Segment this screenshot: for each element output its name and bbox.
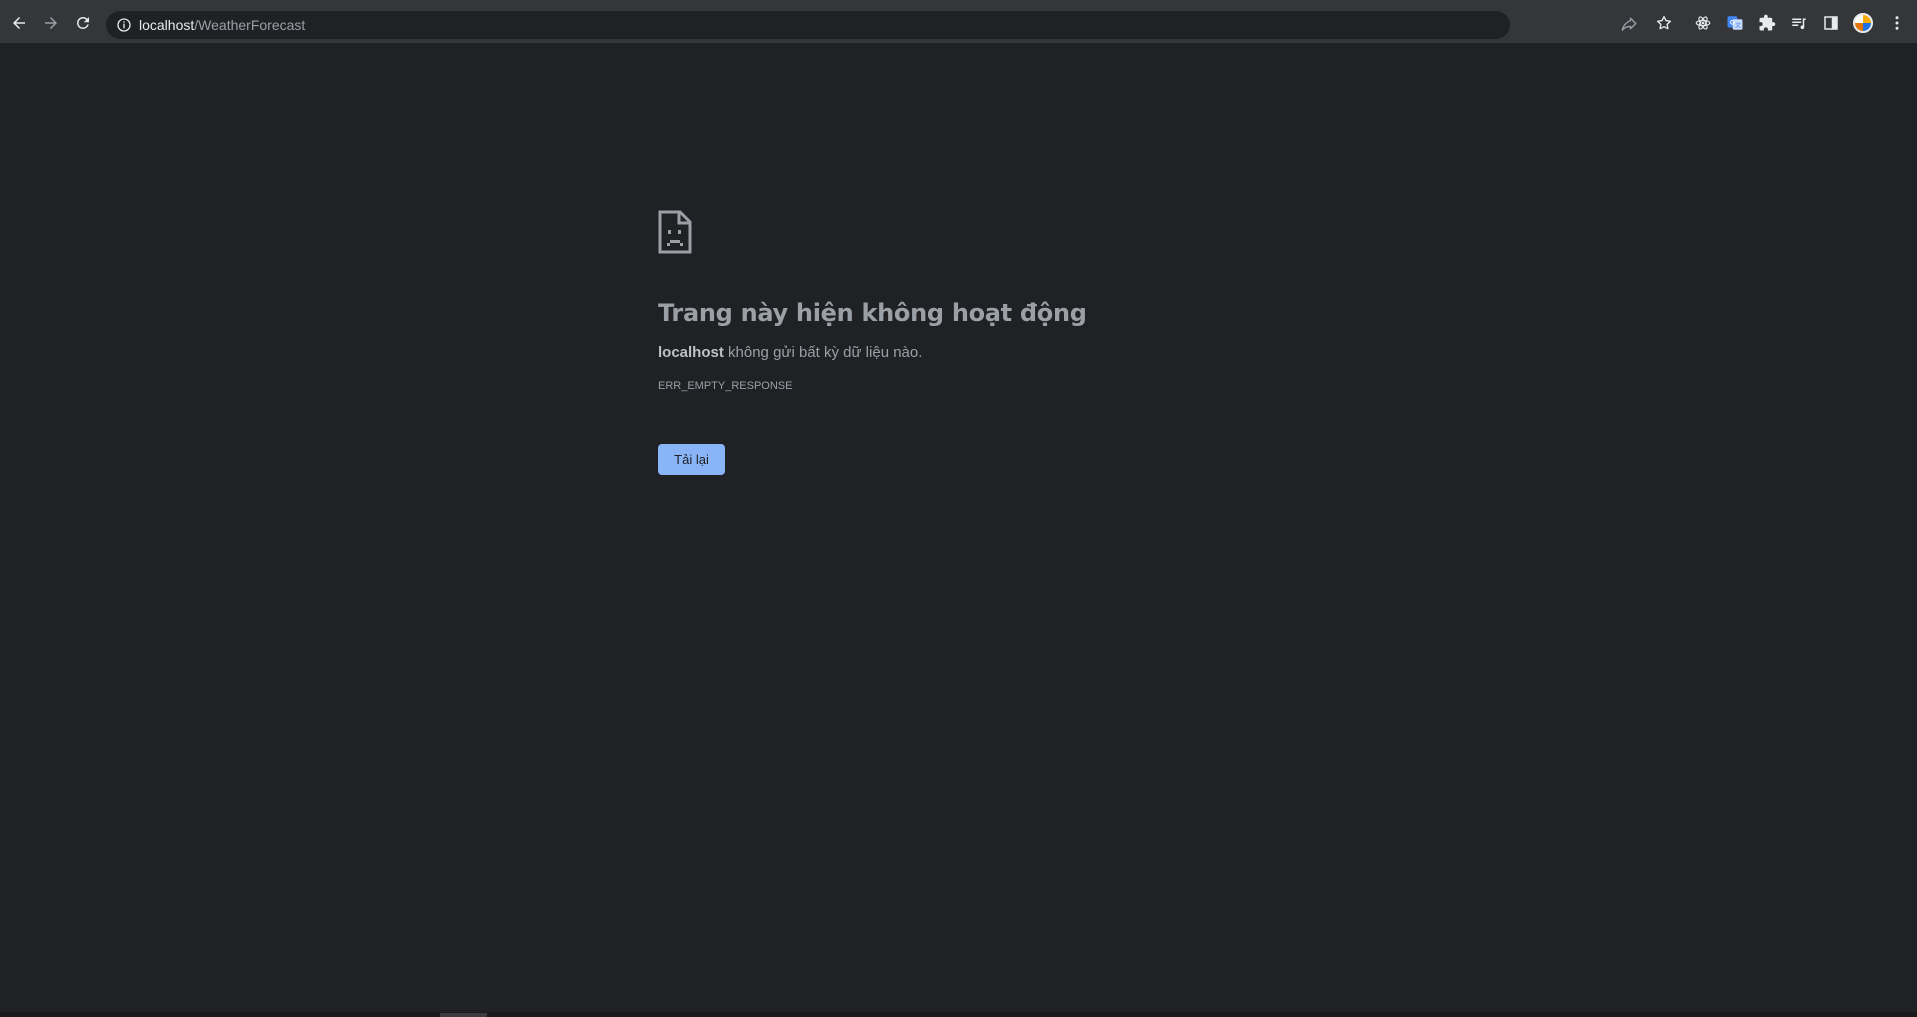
error-title: Trang này hiện không hoạt động [658, 299, 1087, 327]
side-panel-button[interactable] [1820, 12, 1842, 34]
side-panel-icon [1824, 16, 1838, 30]
horizontal-scrollbar[interactable] [0, 1012, 1917, 1017]
error-message: không gửi bất kỳ dữ liệu nào. [723, 344, 923, 361]
reload-icon [76, 16, 89, 29]
reading-list-button[interactable] [1788, 12, 1810, 34]
error-container: Trang này hiện không hoạt động localhost… [658, 210, 1278, 475]
sad-document-icon [658, 210, 692, 254]
bookmark-button[interactable] [1653, 12, 1675, 34]
more-vertical-icon [1895, 16, 1899, 30]
arrow-right-icon [45, 17, 57, 29]
scrollbar-thumb[interactable] [440, 1013, 487, 1017]
url-path: /WeatherForecast [194, 17, 306, 33]
reading-list-icon [1792, 18, 1806, 30]
star-icon [1656, 15, 1672, 30]
reload-button[interactable]: Tải lại [658, 444, 725, 475]
svg-text:G: G [1730, 20, 1735, 27]
share-icon [1621, 17, 1637, 31]
arrow-left-icon [13, 17, 25, 29]
error-description: localhost không gửi bất kỳ dữ liệu nào. [658, 344, 1278, 361]
url-text: localhost/WeatherForecast [139, 17, 305, 33]
puzzle-icon [1759, 14, 1776, 31]
share-button[interactable] [1619, 15, 1639, 35]
info-icon[interactable] [116, 17, 132, 33]
browser-toolbar: localhost/WeatherForecast G 文 [0, 0, 1917, 44]
forward-button[interactable] [37, 9, 65, 37]
address-bar[interactable]: localhost/WeatherForecast [106, 11, 1637, 39]
translate-extension-button[interactable]: G 文 [1724, 12, 1746, 34]
error-code: ERR_EMPTY_RESPONSE [658, 380, 793, 392]
browser-menu-button[interactable] [1886, 12, 1908, 34]
google-translate-icon: G 文 [1727, 16, 1743, 30]
profile-avatar[interactable] [1853, 13, 1873, 33]
react-devtools-button[interactable] [1692, 12, 1714, 34]
react-devtools-icon [1695, 16, 1711, 30]
url-host: localhost [139, 17, 195, 33]
error-host: localhost [658, 344, 724, 361]
page-content: Trang này hiện không hoạt động localhost… [0, 44, 1917, 1017]
extensions-button[interactable] [1756, 12, 1778, 34]
reload-page-button[interactable] [69, 9, 97, 37]
back-button[interactable] [5, 9, 33, 37]
